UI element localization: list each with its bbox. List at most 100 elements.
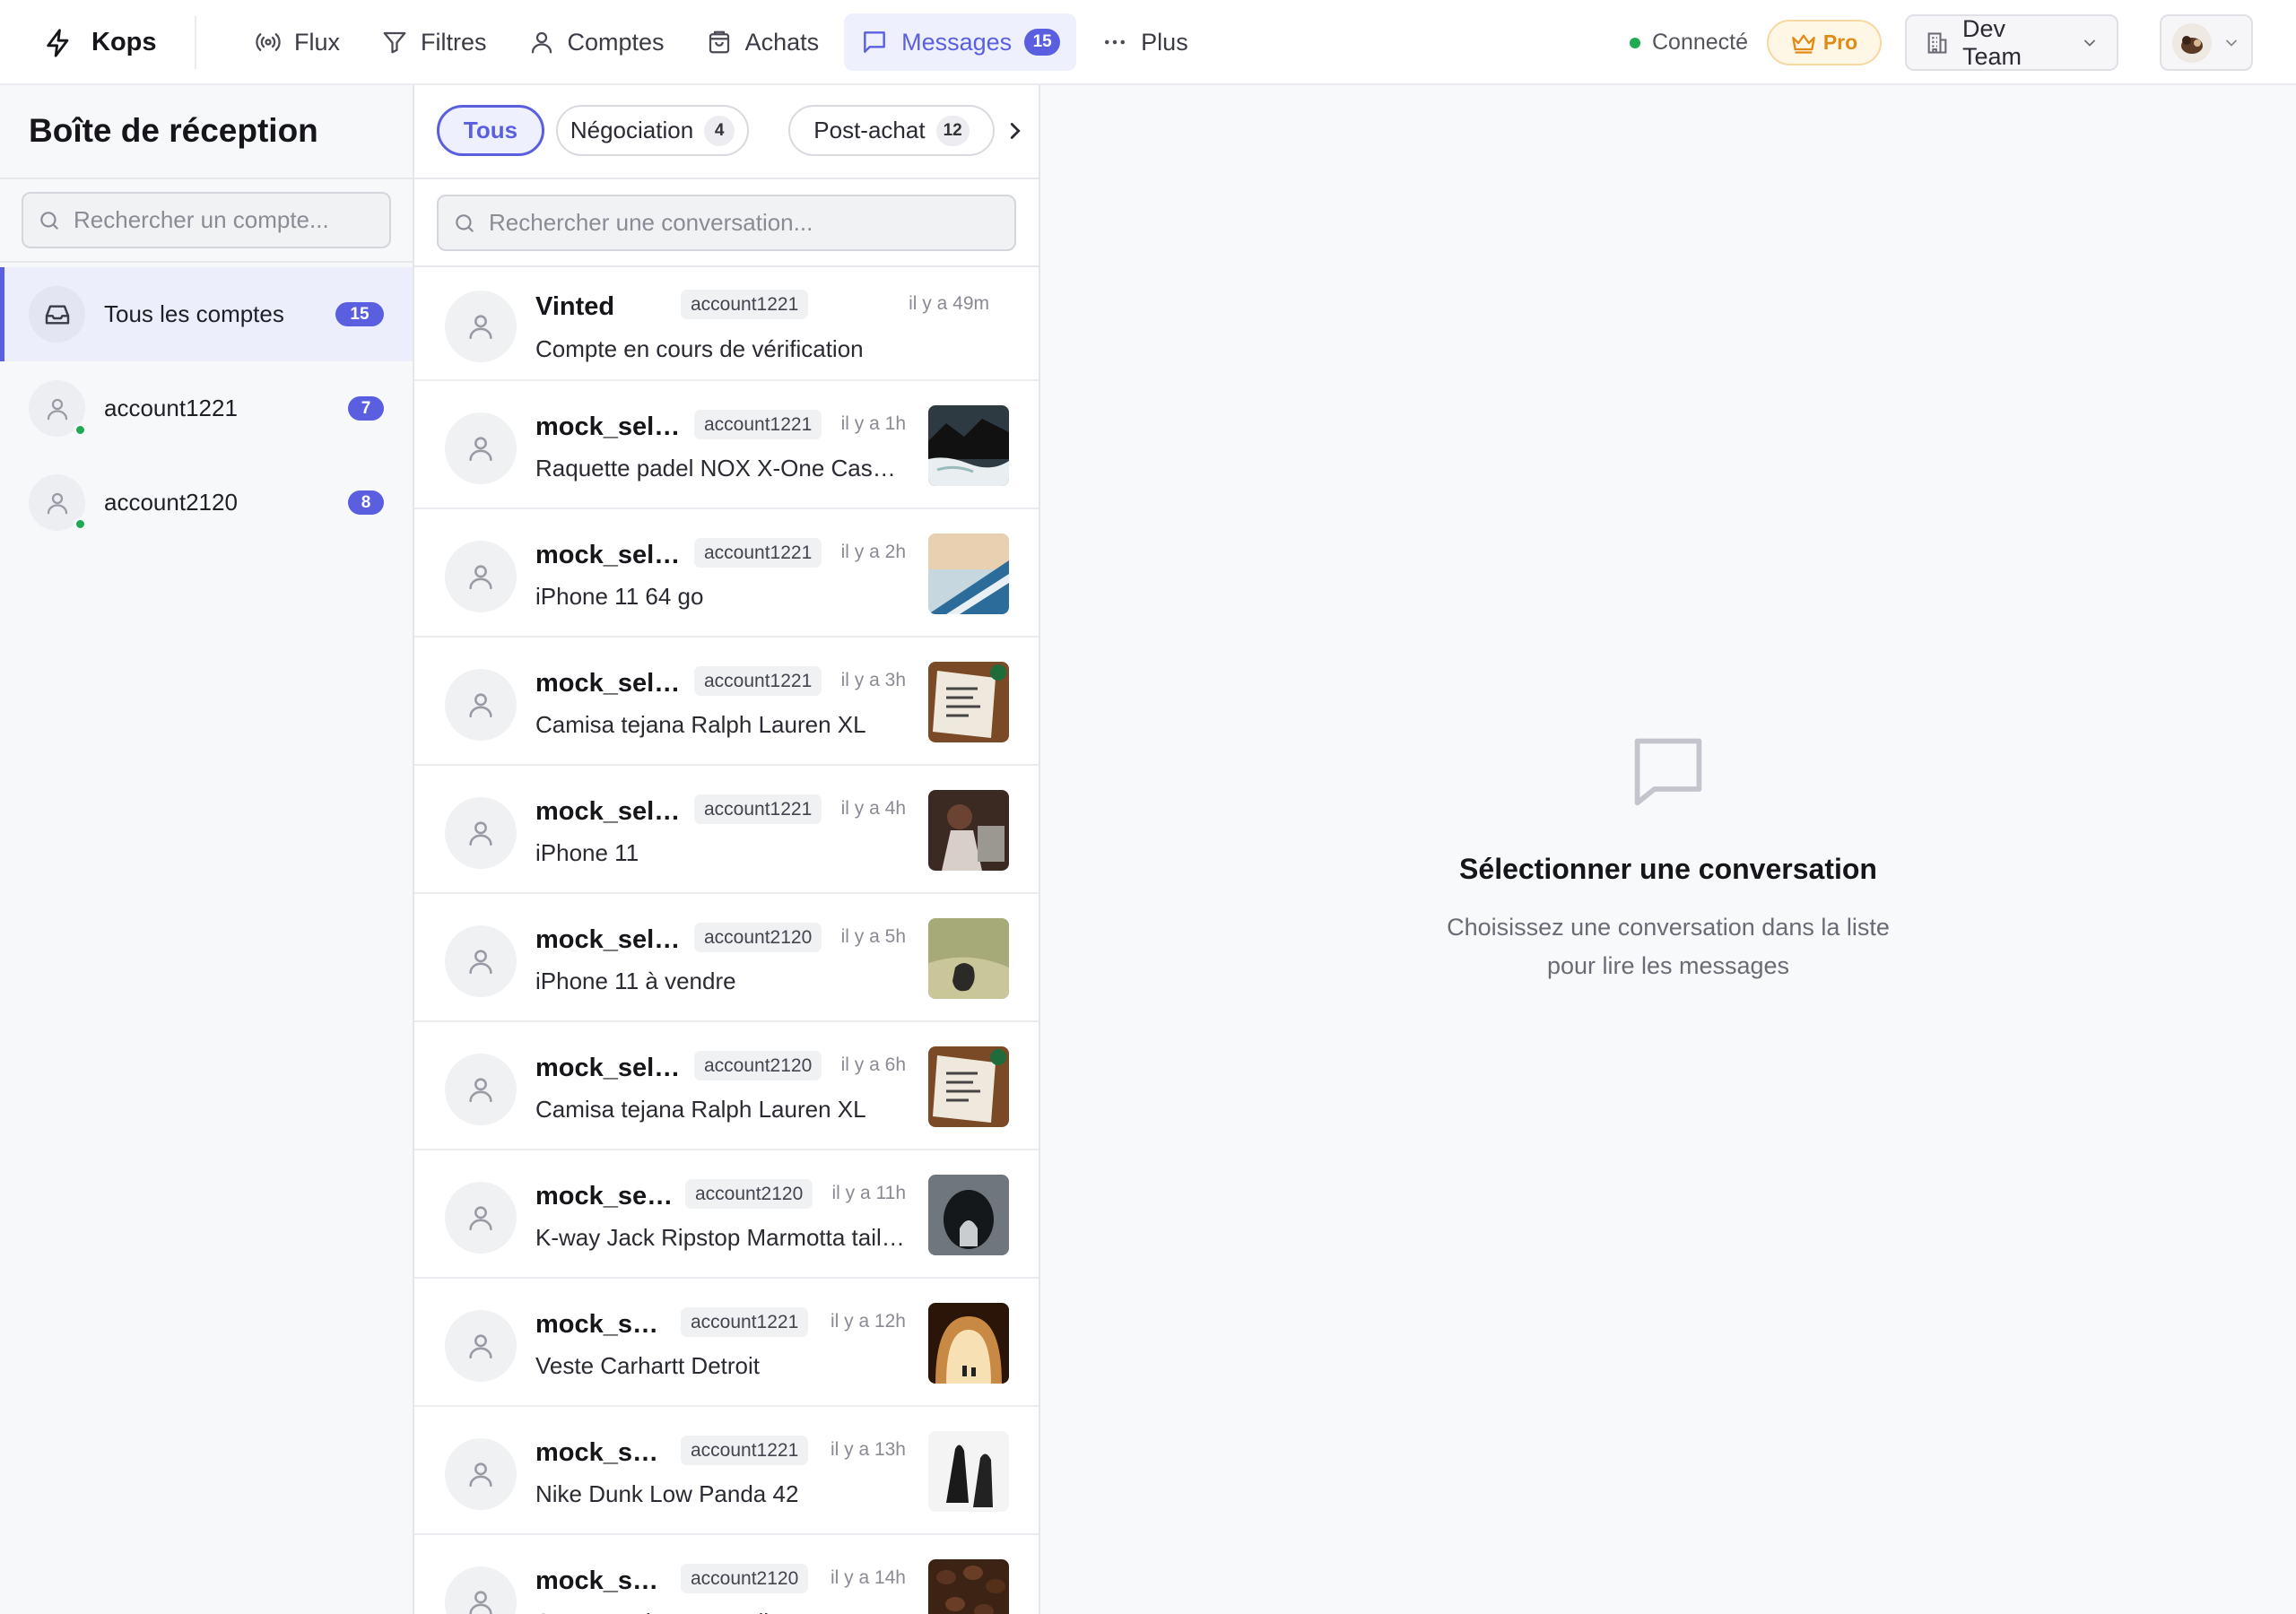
account-tag: account1221 xyxy=(694,794,822,824)
plan-label: Pro xyxy=(1822,30,1858,54)
online-dot-icon xyxy=(74,517,87,531)
conversation-avatar xyxy=(445,1054,517,1125)
conversation-row[interactable]: mock_sell… account2120 il y a 6h Camisa tej… xyxy=(414,1022,1039,1150)
conversation-preview: iPhone 11 64 go xyxy=(535,583,704,610)
account-tag: account2120 xyxy=(694,923,822,952)
conversation-time: il y a 3h xyxy=(840,670,906,690)
conversation-avatar xyxy=(445,669,517,741)
user-icon xyxy=(528,29,555,56)
brand[interactable]: Kops xyxy=(43,0,157,85)
user-icon xyxy=(465,690,496,720)
conversation-row[interactable]: mock_sell… account2120 il y a 5h iPhone 11 … xyxy=(414,894,1039,1022)
nav-item-messages[interactable]: Messages 15 xyxy=(844,13,1077,71)
nav-item-achats[interactable]: Achats xyxy=(690,13,836,71)
shopping-bag-icon xyxy=(706,29,733,56)
conversation-row[interactable]: mock_sell… account1221 il y a 2h iPhone 11 … xyxy=(414,509,1039,638)
nav-item-comptes[interactable]: Comptes xyxy=(512,13,681,71)
item-thumbnail xyxy=(928,1303,1009,1384)
conversation-sender: mock_se… xyxy=(535,1566,670,1595)
conversation-search-input[interactable] xyxy=(489,209,1000,237)
filter-chips: Tous Négociation 4 Post-achat 12 xyxy=(414,85,1039,179)
account-tag: account1221 xyxy=(694,410,822,439)
empty-state-subtitle: Choisissez une conversation dans la list… xyxy=(1040,908,2296,985)
empty-state-line: pour lire les messages xyxy=(1546,952,1790,979)
account-count-badge: 8 xyxy=(348,490,384,515)
conversation-time: il y a 12h xyxy=(830,1311,906,1332)
conversation-search[interactable] xyxy=(437,195,1016,251)
conversation-search-section xyxy=(414,179,1039,267)
online-dot-icon xyxy=(74,423,87,437)
nav-item-plus[interactable]: Plus xyxy=(1085,13,1205,71)
team-label: Dev Team xyxy=(1962,14,2022,70)
account-item-account2120[interactable]: account2120 8 xyxy=(0,456,413,550)
chip-count-badge: 12 xyxy=(935,115,970,146)
search-icon xyxy=(38,209,61,232)
user-icon xyxy=(465,818,496,848)
user-icon xyxy=(465,1202,496,1233)
user-icon xyxy=(465,946,496,976)
avatar xyxy=(2172,22,2212,63)
conversation-row[interactable]: mock_sell… account1221 il y a 3h Camisa tej… xyxy=(414,638,1039,766)
account-search-input[interactable] xyxy=(74,206,375,234)
conversation-time: il y a 1h xyxy=(840,413,906,434)
account-tag: account2120 xyxy=(681,1564,809,1593)
conversation-row[interactable]: mock_se… account2120 il y a 14h Sac Longcha… xyxy=(414,1535,1039,1614)
item-thumbnail xyxy=(928,1431,1009,1512)
filter-chip-post-achat[interactable]: Post-achat 12 xyxy=(788,105,995,156)
nav-label: Plus xyxy=(1141,28,1188,56)
team-selector[interactable]: Dev Team xyxy=(1905,14,2118,71)
chevron-right-icon[interactable] xyxy=(1002,117,1029,144)
conversation-preview: K-way Jack Ripstop Marmotta tail… xyxy=(535,1224,905,1251)
chip-label: Négociation xyxy=(570,117,694,143)
conversation-sender: mock_sel… xyxy=(535,1182,674,1210)
conversation-sender: mock_sell… xyxy=(535,925,683,954)
inbox-title: Boîte de réception xyxy=(29,112,318,149)
online-dot-icon xyxy=(1630,37,1640,48)
account-tag: account1221 xyxy=(694,538,822,568)
conversation-preview: iPhone 11 à vendre xyxy=(535,968,736,994)
user-menu-button[interactable] xyxy=(2160,14,2253,71)
conversation-time: il y a 4h xyxy=(840,798,906,819)
item-thumbnail xyxy=(928,534,1009,614)
account-avatar xyxy=(29,380,87,437)
account-item-account1221[interactable]: account1221 7 xyxy=(0,361,413,456)
chip-label: Post-achat xyxy=(813,117,926,143)
conversation-preview: iPhone 11 xyxy=(535,839,639,866)
account-search[interactable] xyxy=(22,192,391,248)
conversation-row[interactable]: mock_sell… account1221 il y a 4h iPhone 11 xyxy=(414,766,1039,894)
conversation-row[interactable]: mock_sel… account2120 il y a 11h K-way Jack… xyxy=(414,1150,1039,1279)
conversation-avatar xyxy=(445,1566,517,1614)
chip-count-badge: 4 xyxy=(704,115,735,146)
conversation-preview: Raquette padel NOX X-One Cas… xyxy=(535,455,896,482)
conversation-row[interactable]: mock_sell… account1221 il y a 1h Raquette p… xyxy=(414,381,1039,509)
account-item-all[interactable]: Tous les comptes 15 xyxy=(0,267,413,361)
conversation-time: il y a 14h xyxy=(830,1567,906,1588)
accounts-sidebar: Boîte de réception Tous les comptes 15 a… xyxy=(0,85,414,1614)
filter-chip-tous[interactable]: Tous xyxy=(437,105,544,156)
conversation-sender: Vinted xyxy=(535,292,615,321)
conversation-row[interactable]: mock_se… account1221 il y a 13h Nike Dunk L… xyxy=(414,1407,1039,1535)
empty-state: Sélectionner une conversation Choisissez… xyxy=(1040,85,2296,1614)
filter-icon xyxy=(381,29,408,56)
nav-label: Flux xyxy=(294,28,341,56)
account-search-section xyxy=(0,178,413,263)
nav-item-flux[interactable]: Flux xyxy=(239,13,356,71)
conversation-row[interactable]: mock_se… account1221 il y a 12h Veste Carha… xyxy=(414,1279,1039,1407)
status-label: Connecté xyxy=(1652,30,1749,55)
filter-chip-negociation[interactable]: Négociation 4 xyxy=(556,105,749,156)
user-icon xyxy=(465,1074,496,1105)
pro-plan-badge[interactable]: Pro xyxy=(1767,20,1882,65)
nav-label: Comptes xyxy=(567,28,665,56)
account-count-badge: 7 xyxy=(348,396,384,421)
nav-label: Filtres xyxy=(421,28,487,56)
conversation-row[interactable]: Vinted account1221 il y a 49m Compte en cou… xyxy=(414,267,1039,381)
conversation-avatar xyxy=(445,925,517,997)
messages-count-badge: 15 xyxy=(1024,29,1061,56)
user-icon xyxy=(47,398,67,420)
item-thumbnail xyxy=(928,1559,1009,1614)
brand-name: Kops xyxy=(91,28,157,56)
conversation-preview: Camisa tejana Ralph Lauren XL xyxy=(535,711,866,738)
conversation-avatar xyxy=(445,1310,517,1382)
conversation-time: il y a 11h xyxy=(831,1183,907,1203)
nav-item-filtres[interactable]: Filtres xyxy=(365,13,503,71)
